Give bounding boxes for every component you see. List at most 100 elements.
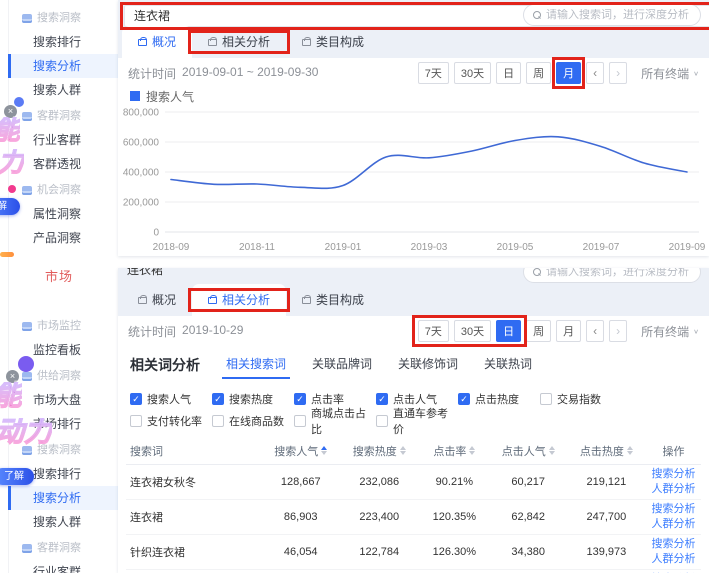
cell-word: 秋冬连衣裙: [126, 569, 262, 573]
keyword-search-input[interactable]: [546, 9, 691, 21]
sidebar-item-customer-view[interactable]: 客群透视: [9, 152, 118, 176]
sidebar-item-search-analysis[interactable]: 搜索分析: [8, 54, 118, 78]
search-term: 连衣裙: [127, 268, 163, 278]
metric-row: 支付转化率 在线商品数 商城点击占比 直通车参考价: [130, 410, 697, 432]
tab-related-analysis[interactable]: 相关分析: [192, 284, 286, 316]
link-search-analysis[interactable]: 搜索分析: [646, 537, 701, 552]
col-search-popularity[interactable]: 搜索人气: [262, 438, 340, 464]
folder-chart-icon: [22, 186, 32, 195]
sidebar-item-industry-customer-2[interactable]: 行业客群: [9, 560, 118, 573]
range-day-button[interactable]: 日: [496, 62, 521, 84]
svg-text:2018-11: 2018-11: [239, 242, 275, 253]
tab-overview[interactable]: 概况: [122, 284, 192, 316]
bag-icon: [138, 297, 147, 304]
range-30d-button[interactable]: 30天: [454, 62, 491, 84]
checkbox-icon: ✓: [130, 393, 142, 405]
next-period-button[interactable]: ›: [609, 62, 627, 84]
sidebar-item-search-crowd[interactable]: 搜索人群: [9, 78, 118, 102]
keyword-search-input[interactable]: [546, 268, 691, 278]
folder-chart-icon: [22, 322, 32, 331]
subtab-hot-words[interactable]: 关联热词: [484, 355, 532, 375]
col-search-heat[interactable]: 搜索热度: [340, 438, 419, 464]
checkbox-icon: [376, 415, 388, 427]
panel-bottom-tabs: 概况 相关分析 类目构成: [122, 284, 380, 316]
promo-char: 力: [0, 149, 24, 175]
col-click-rate[interactable]: 点击率: [419, 438, 490, 464]
promo-learn-button[interactable]: 了解: [0, 468, 34, 485]
checkbox-search-popularity[interactable]: ✓搜索人气: [130, 391, 212, 407]
sidebar-group-customer-insight-2: 客群洞察: [9, 536, 118, 560]
subtab-modifier-words[interactable]: 关联修饰词: [398, 355, 458, 375]
sidebar-market-header[interactable]: 市场: [0, 266, 118, 285]
checkbox-ztc-ref-price[interactable]: 直通车参考价: [376, 405, 458, 437]
checkbox-icon: ✓: [376, 393, 388, 405]
range-day-button[interactable]: 日: [496, 320, 521, 342]
checkbox-search-heat[interactable]: ✓搜索热度: [212, 391, 294, 407]
range-week-button[interactable]: 周: [526, 62, 551, 84]
svg-text:2019-05: 2019-05: [497, 242, 534, 253]
next-period-button[interactable]: ›: [609, 320, 627, 342]
sidebar-item-market-overview[interactable]: 市场大盘: [9, 388, 118, 412]
checkbox-icon: ✓: [294, 393, 306, 405]
related-words-table: 搜索词 搜索人气 搜索热度 点击率 点击人气 点击热度 操作 连衣裙女秋冬 12…: [126, 438, 701, 573]
col-click-popularity[interactable]: 点击人气: [490, 438, 567, 464]
link-crowd-analysis[interactable]: 人群分析: [646, 552, 701, 567]
sidebar-item-search-analysis-2[interactable]: 搜索分析: [8, 486, 118, 510]
subtab-related-search-words[interactable]: 相关搜索词: [226, 355, 286, 375]
link-search-analysis[interactable]: 搜索分析: [646, 502, 701, 517]
checkbox-click-heat[interactable]: ✓点击热度: [458, 391, 540, 407]
checkbox-pay-conversion[interactable]: 支付转化率: [130, 413, 212, 429]
sort-icon[interactable]: [549, 443, 555, 458]
range-7d-button[interactable]: 7天: [418, 62, 449, 84]
subtab-brand-words[interactable]: 关联品牌词: [312, 355, 372, 375]
prev-period-button[interactable]: ‹: [586, 62, 604, 84]
link-search-analysis[interactable]: 搜索分析: [646, 467, 701, 482]
table-header-row: 搜索词 搜索人气 搜索热度 点击率 点击人气 点击热度 操作: [126, 438, 701, 464]
panel-bottom-header-cut: 连衣裙: [118, 268, 709, 284]
panel-top-tabs: 概况 相关分析 类目构成: [122, 26, 380, 58]
sidebar-item-attribute-insight[interactable]: 属性洞察: [9, 202, 118, 226]
sidebar-item-product-insight[interactable]: 产品洞察: [9, 226, 118, 250]
svg-text:2018-09: 2018-09: [153, 242, 190, 253]
prev-period-button[interactable]: ‹: [586, 320, 604, 342]
tab-related-analysis[interactable]: 相关分析: [192, 26, 286, 58]
range-month-button[interactable]: 月: [556, 320, 581, 342]
bag-icon: [208, 39, 217, 46]
annotation-month: 月: [556, 62, 581, 84]
sort-icon[interactable]: [469, 443, 475, 458]
sidebar-item-search-crowd-2[interactable]: 搜索人群: [9, 510, 118, 534]
related-word-subtabs: 相关搜索词 关联品牌词 关联修饰词 关联热词: [226, 355, 532, 375]
tab-category-composition[interactable]: 类目构成: [286, 284, 380, 316]
range-month-button[interactable]: 月: [556, 62, 581, 84]
link-crowd-analysis[interactable]: 人群分析: [646, 517, 701, 532]
range-7d-button[interactable]: 7天: [418, 320, 449, 342]
search-icon: [533, 268, 541, 276]
panel-top-header: 连衣裙 概况 相关分析 类目构成: [118, 0, 709, 58]
checkbox-icon: ✓: [212, 393, 224, 405]
sidebar-item-industry-customer[interactable]: 行业客群: [9, 128, 118, 152]
range-30d-button[interactable]: 30天: [454, 320, 491, 342]
keyword-search-box[interactable]: [523, 4, 701, 26]
sidebar-group-customer-insight: 客群洞察: [9, 104, 118, 128]
col-click-heat[interactable]: 点击热度: [567, 438, 646, 464]
tab-category-composition[interactable]: 类目构成: [286, 26, 380, 58]
keyword-search-box[interactable]: [523, 268, 701, 283]
sort-icon[interactable]: [400, 443, 406, 458]
sort-icon[interactable]: [321, 443, 327, 458]
tab-overview[interactable]: 概况: [122, 26, 192, 58]
cell-word: 连衣裙: [126, 499, 262, 534]
checkbox-mall-click-share[interactable]: 商城点击占比: [294, 405, 376, 437]
bag-icon: [302, 297, 311, 304]
stat-time: 统计时间2019-09-01 ~ 2019-09-30: [128, 65, 318, 82]
checkbox-online-products[interactable]: 在线商品数: [212, 413, 294, 429]
promo-learn-button[interactable]: 解: [0, 198, 20, 215]
terminal-dropdown[interactable]: 所有终端∨: [641, 65, 699, 82]
link-crowd-analysis[interactable]: 人群分析: [646, 482, 701, 497]
sort-icon[interactable]: [627, 443, 633, 458]
date-range-controls: 7天 30天 日 周 月 ‹ › 所有终端∨: [418, 320, 699, 342]
checkbox-trade-index[interactable]: 交易指数: [540, 391, 622, 407]
terminal-dropdown[interactable]: 所有终端∨: [641, 323, 699, 340]
range-week-button[interactable]: 周: [526, 320, 551, 342]
search-icon: [533, 11, 541, 19]
sidebar-item-search-ranking[interactable]: 搜索排行: [9, 30, 118, 54]
